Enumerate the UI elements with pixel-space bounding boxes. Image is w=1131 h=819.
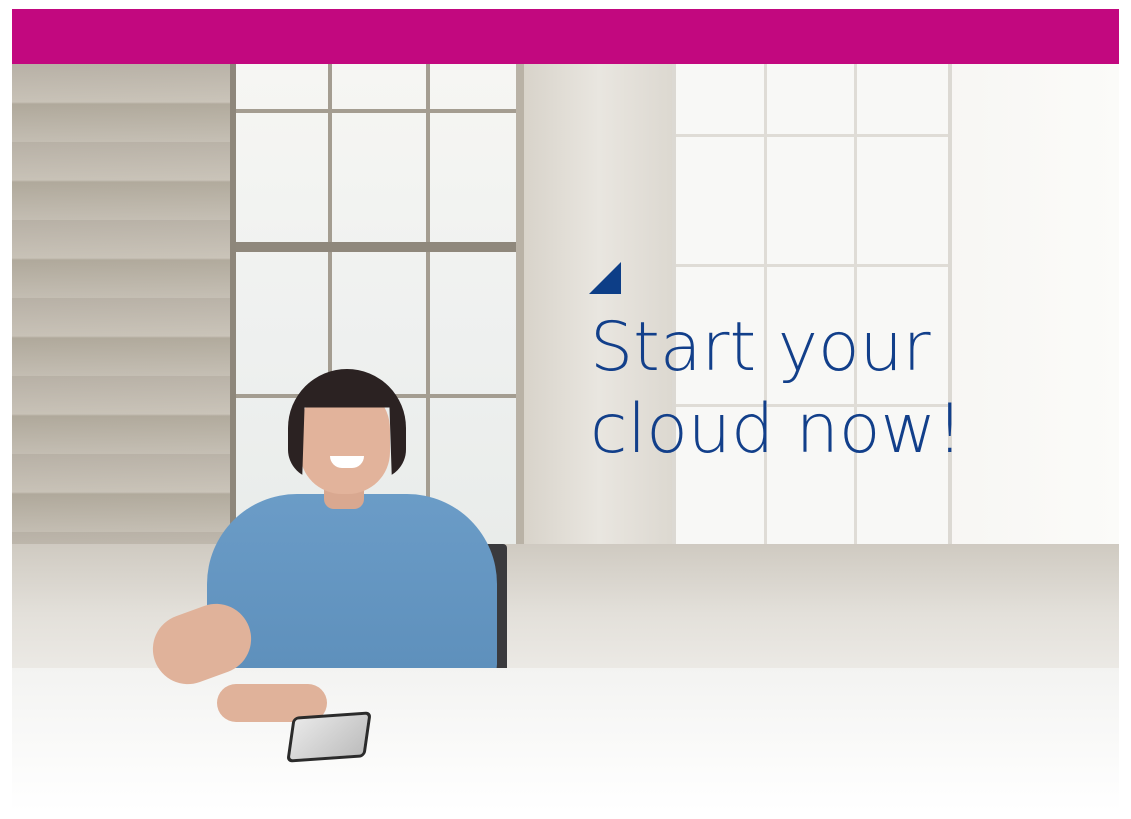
window-mullion [676,134,948,137]
brand-color-bar [12,9,1119,64]
headline-line-1: Start your [590,308,931,387]
window-mullion [426,64,430,544]
white-table [12,668,1119,812]
headline: Start your cloud now! [590,307,963,471]
person-shirt [207,494,497,684]
smartphone-icon [286,711,372,763]
right-window [672,64,952,544]
window-mullion [676,264,948,267]
triangle-accent-icon [589,262,621,294]
advertisement-banner[interactable]: Start your cloud now! [12,9,1119,812]
window-mullion [236,109,516,113]
headline-line-2: cloud now! [590,390,964,469]
window-rail [236,242,516,252]
